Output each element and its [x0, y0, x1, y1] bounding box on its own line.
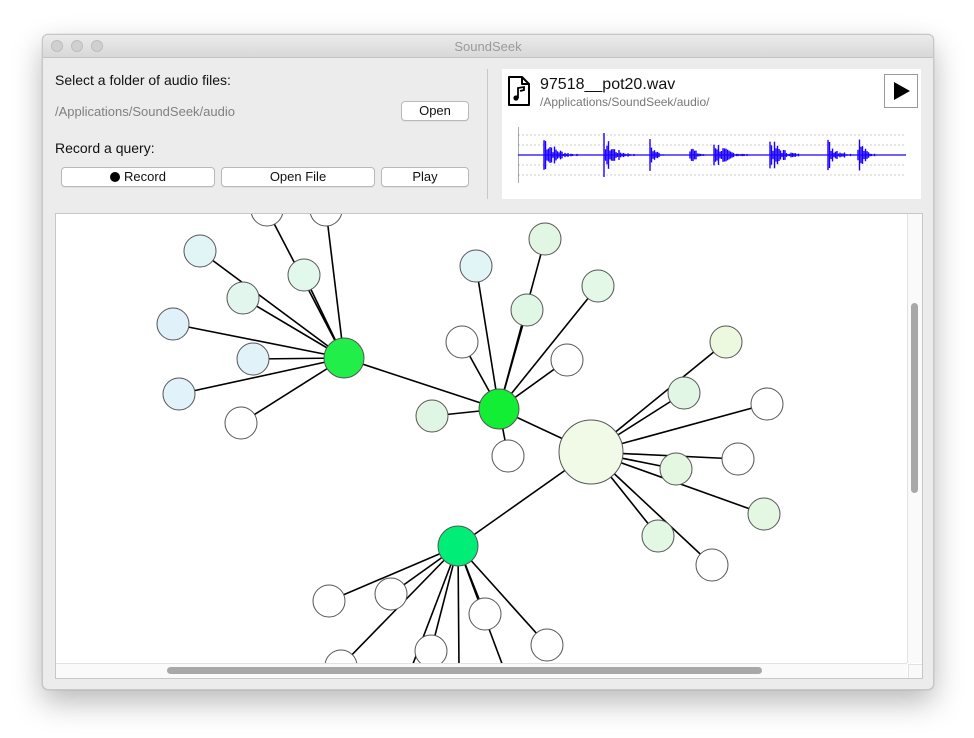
play-audio-button[interactable]: [884, 74, 918, 108]
graph-node: [250, 214, 284, 227]
folder-prompt: Select a folder of audio files:: [55, 72, 231, 88]
vertical-scrollbar[interactable]: [907, 214, 922, 663]
graph-node: [287, 258, 321, 292]
horizontal-scrollbar[interactable]: [56, 663, 907, 678]
audio-player-panel: 97518__pot20.wav /Applications/SoundSeek…: [502, 69, 921, 199]
similarity-graph[interactable]: [56, 214, 907, 663]
music-file-icon: [508, 76, 530, 106]
open-file-button[interactable]: Open File: [221, 167, 375, 187]
graph-hub-node: [478, 388, 520, 430]
open-folder-button[interactable]: Open: [401, 101, 469, 121]
record-label: Record: [124, 169, 166, 184]
graph-hub-node: [323, 337, 365, 379]
graph-node: [709, 325, 743, 359]
record-button[interactable]: Record: [61, 167, 215, 187]
query-prompt: Record a query:: [55, 140, 155, 156]
play-query-button[interactable]: Play: [381, 167, 469, 187]
graph-node: [667, 376, 701, 410]
graph-node: [659, 452, 693, 486]
window-title: SoundSeek: [454, 39, 522, 54]
graph-node: [581, 269, 615, 303]
app-window: SoundSeek Select a folder of audio files…: [42, 34, 934, 690]
graph-node: [747, 497, 781, 531]
graph-node: [721, 442, 755, 476]
graph-node: [312, 584, 346, 618]
folder-path: /Applications/SoundSeek/audio: [55, 104, 235, 119]
scroll-corner: [908, 664, 922, 678]
graph-node: [324, 649, 358, 663]
graph-node: [468, 597, 502, 631]
graph-node: [415, 399, 449, 433]
graph-node: [491, 439, 525, 473]
graph-node: [695, 548, 729, 582]
vertical-scroll-thumb[interactable]: [911, 303, 918, 493]
waveform: [518, 127, 906, 183]
graph-node: [374, 577, 408, 611]
graph-node: [224, 406, 258, 440]
player-filename: 97518__pot20.wav: [540, 76, 676, 93]
horizontal-scroll-thumb[interactable]: [167, 667, 762, 674]
graph-hub-node: [437, 525, 479, 567]
graph-node: [162, 377, 196, 411]
graph-node: [750, 387, 784, 421]
graph-node: [459, 249, 493, 283]
similarity-graph-view[interactable]: [55, 213, 923, 679]
graph-node: [156, 307, 190, 341]
graph-node: [183, 234, 217, 268]
waveform-trace: [518, 133, 906, 177]
graph-node: [510, 293, 544, 327]
graph-node: [414, 634, 448, 663]
graph-node: [236, 342, 270, 376]
graph-hub-node: [558, 419, 624, 485]
graph-node: [530, 628, 564, 662]
play-icon: [894, 82, 910, 100]
panel-divider: [487, 69, 488, 199]
graph-edge: [199, 250, 345, 359]
graph-node: [641, 519, 675, 553]
player-filepath: /Applications/SoundSeek/audio/: [540, 95, 710, 109]
graph-node: [528, 222, 562, 256]
graph-node: [309, 214, 343, 227]
graph-node: [226, 281, 260, 315]
graph-edge: [325, 214, 345, 359]
graph-node: [445, 325, 479, 359]
record-dot-icon: [110, 172, 121, 182]
title-bar: SoundSeek: [43, 35, 933, 58]
graph-node: [550, 343, 584, 377]
